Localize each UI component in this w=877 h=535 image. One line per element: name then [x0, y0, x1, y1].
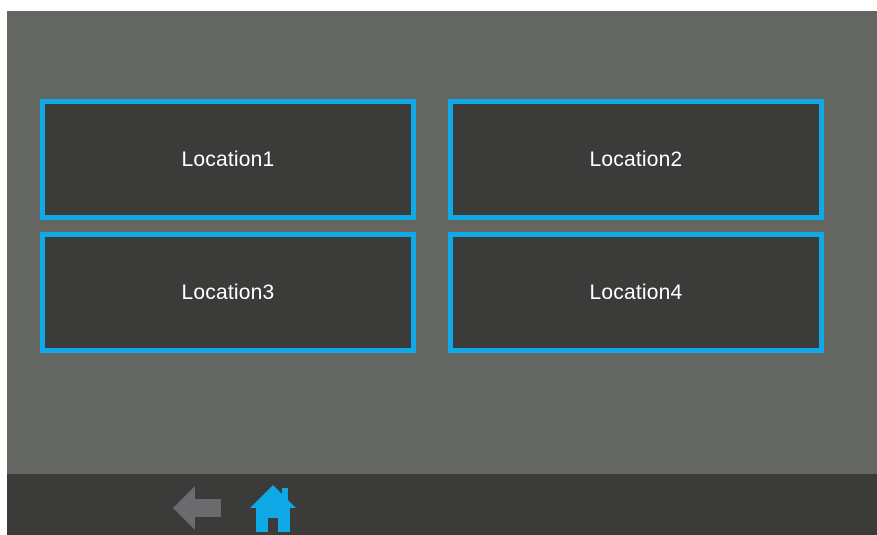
back-arrow-icon [173, 486, 221, 530]
location-grid: Location1 Location2 Location3 Location4 [40, 99, 824, 353]
location-button-1[interactable]: Location1 [40, 99, 416, 220]
app-screen: Location1 Location2 Location3 Location4 [7, 11, 877, 535]
location-button-3[interactable]: Location3 [40, 232, 416, 353]
location-button-4[interactable]: Location4 [448, 232, 824, 353]
home-button[interactable] [247, 482, 299, 534]
back-button[interactable] [171, 482, 223, 534]
home-icon [250, 485, 296, 532]
bottom-nav-bar [7, 474, 877, 535]
location-button-2[interactable]: Location2 [448, 99, 824, 220]
